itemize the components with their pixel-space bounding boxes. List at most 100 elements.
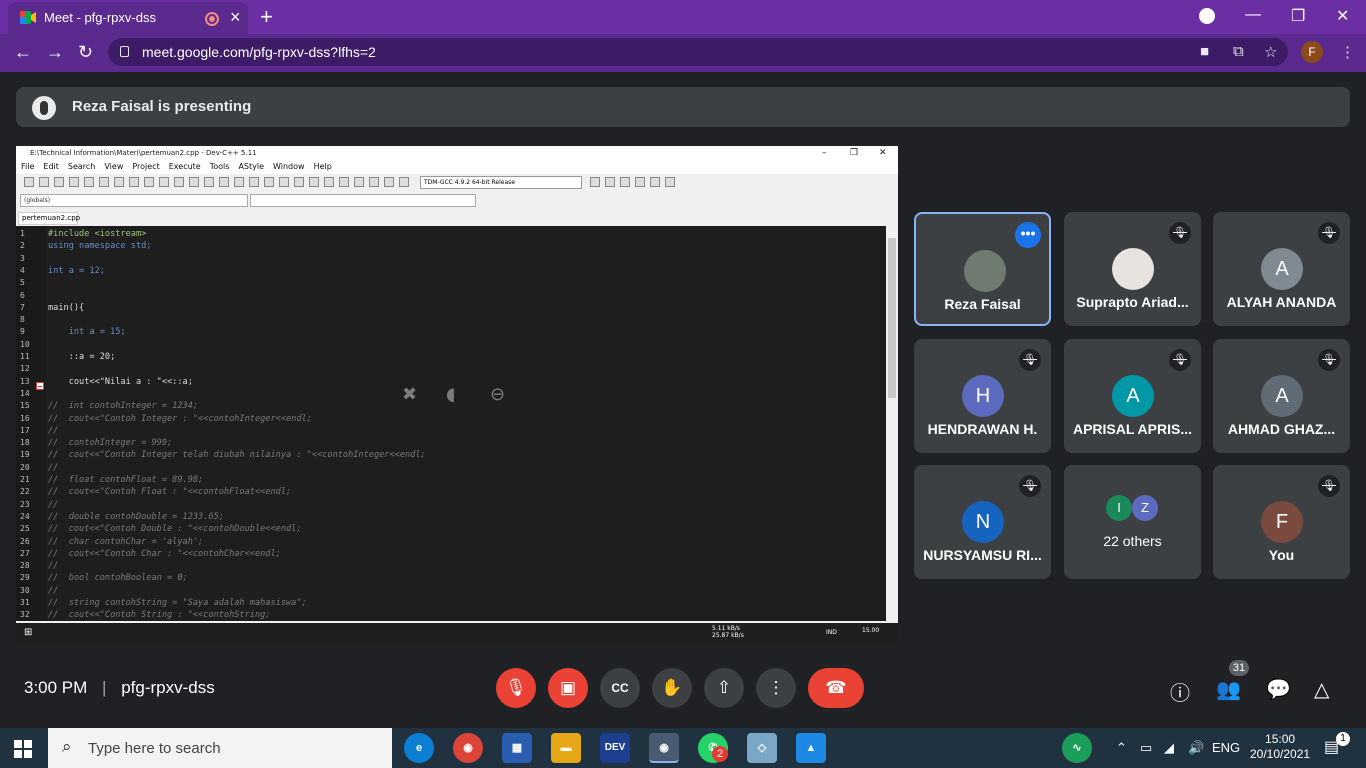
camera-permission-icon[interactable]: ■ [1200,43,1209,60]
people-icon[interactable]: 👥 [1216,677,1241,702]
line-number: 5 [20,278,25,288]
participant-tile[interactable]: H HENDRAWAN H. 🎙 [914,339,1051,453]
compiler-select: TDM-GCC 4.9.2 64-bit Release [420,176,582,189]
meeting-time: 3:00 PM [24,678,88,697]
participant-tile[interactable]: A AHMAD GHAZ... 🎙 [1213,339,1350,453]
presenter-lang: IND [826,629,837,636]
explorer-app-icon[interactable]: ▬ [551,733,581,763]
participant-tile[interactable]: N NURSYAMSU RI... 🎙 [914,465,1051,579]
browser-menu-icon[interactable]: ⋮ [1340,43,1355,61]
line-number: 17 [20,425,30,435]
devcpp-menu-item: Tools [209,162,230,171]
code-line: // string contohString = "Saya adalah ma… [48,598,307,608]
store-app-icon[interactable]: ▦ [502,733,532,763]
taskbar-clock[interactable]: 15:00 20/10/2021 [1250,732,1310,762]
photos-app-icon[interactable]: ▲ [796,733,826,763]
participant-more-icon[interactable]: ••• [1015,222,1041,248]
chat-icon[interactable]: 💬 [1266,677,1291,702]
more-options-button[interactable]: ⋮ [756,668,796,708]
devcpp-maximize-icon: ❐ [850,148,859,158]
meeting-controls-bar: 3:00 PM | pfg-rpxv-dss 🎙 ▣ CC ✋ ⇧ ⋮ ☎ ⓘ … [0,650,1366,728]
profile-avatar[interactable]: F [1301,41,1323,63]
line-gutter: 1 2 3 4 5 6 7 8 9 10 11 12 13 14 15 16 17 18 19 20 21 22 23 24 2… [16,226,46,621]
captions-button[interactable]: CC [600,668,640,708]
code-line: // bool contohBoolean = 0; [48,573,188,584]
toolbar-button-icon [279,177,289,187]
back-icon[interactable]: ← [14,42,32,63]
start-button[interactable] [14,740,32,758]
chrome-profile-app-icon[interactable]: ◉ [649,733,679,763]
toolbar-button-icon [309,177,319,187]
activities-icon[interactable]: △ [1314,677,1329,702]
presenter-taskbar: ⊞ 5.11 kB/s 25.87 kB/s IND 15.00 [16,623,898,644]
language-indicator[interactable]: ENG [1212,740,1240,755]
chrome-app-icon[interactable]: ◉ [453,733,483,763]
participant-tile[interactable]: Reza Faisal ••• [914,212,1051,326]
code-line: int a = 12; [48,265,105,276]
devcpp-app-icon[interactable]: DEV [600,733,630,763]
mic-muted-icon: 🎙 [1318,349,1340,371]
participant-tile[interactable]: A ALYAH ANANDA 🎙 [1213,212,1350,326]
new-tab-button[interactable]: + [260,4,273,30]
monitor-app-icon[interactable]: ∿ [1062,733,1092,763]
scrollbar-thumb [888,238,896,398]
minimize-icon[interactable]: — [1245,6,1261,24]
bookmark-star-icon[interactable]: ☆ [1264,43,1277,61]
participant-tile[interactable]: A APRISAL APRIS... 🎙 [1064,339,1201,453]
toolbar-button-icon [264,177,274,187]
forward-icon[interactable]: → [46,42,64,63]
participant-tile[interactable]: I Z 22 others [1064,465,1201,579]
meeting-details-icon[interactable]: ⓘ [1170,677,1190,706]
line-number: 16 [20,413,30,423]
mic-muted-icon: 🎙 [1169,222,1191,244]
meet-favicon-icon [20,11,36,24]
mic-off-button[interactable]: 🎙 [496,668,536,708]
line-number: 13 [20,376,30,386]
edge-app-icon[interactable]: e [404,733,434,763]
toolbar-button-icon [174,177,184,187]
participant-tile[interactable]: F You 🎙 [1213,465,1350,579]
devcpp-toolbar-2: (globals) [16,192,898,210]
tab-search-icon[interactable] [1199,8,1215,24]
code-editor: 1 2 3 4 5 6 7 8 9 10 11 12 13 14 15 16 17 18 19 20 21 22 23 24 2… [16,226,886,621]
recording-icon [205,12,219,26]
close-window-icon[interactable]: ✕ [1336,6,1349,26]
line-number: 20 [20,462,30,472]
toolbar-button-icon [24,177,34,187]
toolbar-button-icon [159,177,169,187]
volume-icon[interactable]: 🔊 [1188,740,1204,756]
open-in-window-icon[interactable]: ⧉ [1233,43,1244,60]
code-line: // cout<<"Contoh String : "<<contohStrin… [48,610,271,621]
line-number: 32 [20,610,30,620]
app-icon[interactable]: ◇ [747,733,777,763]
browser-tab[interactable]: Meet - pfg-rpxv-dss × [8,2,248,34]
taskbar-search[interactable]: ⌕ Type here to search [48,728,392,768]
battery-icon[interactable]: ▭ [1140,740,1152,756]
participant-name: Suprapto Ariad... [1076,294,1189,310]
devcpp-minimize-icon: – [822,148,827,158]
devcpp-menu-item: Edit [43,162,59,171]
reload-icon[interactable]: ↻ [78,42,93,63]
code-line: // [48,462,59,473]
url-text[interactable]: meet.google.com/pfg-rpxv-dss?lfhs=2 [142,44,376,60]
camera-off-button[interactable]: ▣ [548,668,588,708]
leave-call-button[interactable]: ☎ [808,668,864,708]
code-line: main(){ [48,302,85,313]
present-now-button[interactable]: ⇧ [704,668,744,708]
network-icon[interactable]: ◢ [1164,740,1174,756]
restore-icon[interactable]: ❐ [1291,6,1305,26]
toolbar-button-icon [144,177,154,187]
tray-chevron-icon[interactable]: ⌃ [1116,740,1127,756]
omnibox[interactable]: meet.google.com/pfg-rpxv-dss?lfhs=2 [108,38,1288,66]
line-number: 29 [20,573,30,583]
line-number: 28 [20,561,30,571]
participant-tile[interactable]: Suprapto Ariad... 🎙 [1064,212,1201,326]
participant-avatar: F [1261,501,1303,543]
code-line: // [48,561,59,572]
toolbar-button-icon [590,177,600,187]
presented-screen: E:\Technical Information\Materi\pertemua… [16,146,898,644]
lock-icon[interactable] [120,46,129,57]
line-number: 14 [20,388,30,398]
tab-close-icon[interactable]: × [230,7,241,28]
raise-hand-button[interactable]: ✋ [652,668,692,708]
